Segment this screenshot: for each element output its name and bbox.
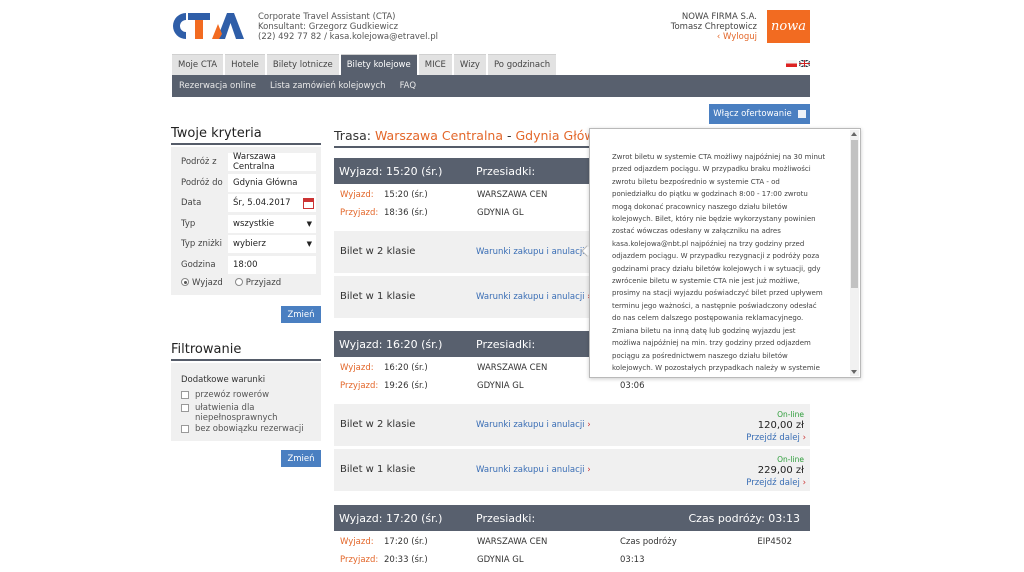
tab-wizy[interactable]: Wizy (453, 54, 486, 75)
criteria-title: Twoje kryteria (171, 126, 262, 141)
client-logo: nowa (767, 10, 810, 43)
enable-offer-button[interactable]: Włącz ofertowanie (709, 104, 810, 124)
checkbox-icon (181, 404, 189, 412)
date-input[interactable]: Śr, 5.04.2017 (228, 194, 316, 212)
checkbox-icon (181, 425, 189, 433)
chevron-right-icon: › (802, 478, 806, 488)
checkbox-icon (181, 391, 189, 399)
tab-moje-cta[interactable]: Moje CTA (172, 54, 224, 75)
departure-line: Wyjazd: 17:20 (śr.) WARSZAWA CEN Czas po… (340, 537, 792, 547)
scroll-down-icon[interactable] (851, 370, 857, 374)
british-flag-icon[interactable] (799, 60, 810, 67)
client-company: NOWA FIRMA S.A. (681, 12, 757, 22)
chevron-right-icon: › (587, 420, 591, 430)
connection-header: Wyjazd: 17:20 (śr.) Przesiadki: Czas pod… (334, 505, 810, 531)
connection-details: Wyjazd: 17:20 (śr.) WARSZAWA CEN Czas po… (334, 531, 810, 572)
radio-departure[interactable]: Wyjazd (181, 278, 223, 288)
consultant-contact: (22) 492 77 82 / kasa.kolejowa@etravel.p… (258, 32, 438, 42)
filters-title: Filtrowanie (171, 342, 242, 357)
radio-button-icon (181, 278, 189, 286)
online-badge: On-line (777, 455, 804, 464)
subtab-rezerwacja-online[interactable]: Rezerwacja online (172, 81, 263, 91)
chevron-right-icon: › (587, 465, 591, 475)
criteria-row-time: Godzina 18:00 (176, 256, 316, 274)
conditions-link[interactable]: Warunki zakupu i anulacji › (476, 420, 591, 430)
proceed-link[interactable]: Przejdź dalej › (746, 433, 806, 443)
criteria-underline (171, 143, 321, 145)
criteria-row-to: Podróż do Gdynia Główna (176, 174, 316, 192)
tooltip-scrollbar[interactable] (850, 130, 859, 376)
ticket-price: 120,00 zł (757, 420, 804, 431)
type-select[interactable]: wszystkie ▼ (228, 215, 316, 233)
scroll-up-icon[interactable] (851, 132, 857, 136)
company-name: Corporate Travel Assistant (CTA) (258, 12, 396, 22)
conditions-tooltip: Zwrot biletu w systemie CTA możliwy najp… (589, 128, 861, 378)
criteria-row-from: Podróż z Warszawa Centralna (176, 152, 316, 172)
change-filters-button[interactable]: Zmień (281, 450, 321, 467)
conditions-link[interactable]: Warunki zakupu i anulacji › (476, 465, 591, 475)
ticket-class-row: Bilet w 1 klasie Warunki zakupu i anulac… (334, 449, 810, 491)
tab-po-godzinach[interactable]: Po godzinach (487, 54, 557, 75)
filter-no-reservation[interactable]: bez obowiązku rezerwacji (181, 424, 304, 434)
scroll-thumb[interactable] (851, 140, 858, 288)
chevron-right-icon: › (802, 433, 806, 443)
arrival-line: Przyjazd: 19:26 (śr.) GDYNIA GL 03:06 (340, 381, 645, 391)
consultant: Konsultant: Grzegorz Gudkiewicz (258, 22, 399, 32)
list-icon (797, 110, 806, 118)
criteria-panel: Podróż z Warszawa Centralna Podróż do Gd… (171, 147, 321, 295)
filter-accessibility[interactable]: ułatwienia dla niepełnosprawnych (181, 403, 301, 423)
dropdown-arrow-icon: ▼ (306, 240, 312, 248)
radio-button-icon (234, 278, 243, 286)
language-switch (786, 60, 810, 67)
discount-select[interactable]: wybierz ▼ (228, 235, 316, 253)
change-criteria-button[interactable]: Zmień (281, 306, 321, 323)
client-user: Tomasz Chreptowicz (670, 22, 757, 32)
time-input[interactable]: 18:00 (228, 256, 316, 274)
cta-logo (173, 13, 244, 39)
polish-flag-icon[interactable] (786, 60, 797, 67)
route-title: Trasa: Warszawa Centralna - Gdynia Główn… (334, 128, 631, 143)
sub-nav: Rezerwacja online Lista zamówień kolejow… (172, 75, 810, 97)
arrival-line: Przyjazd: 20:33 (śr.) GDYNIA GL 03:13 (340, 555, 645, 565)
conditions-link[interactable]: Warunki zakupu i anulacji › (476, 247, 591, 257)
filter-bikes[interactable]: przewóz rowerów (181, 390, 269, 400)
radio-arrival[interactable]: Przyjazd (234, 278, 281, 288)
tab-bilety-kolejowe[interactable]: Bilety kolejowe (340, 54, 417, 75)
criteria-row-discount: Typ zniżki wybierz ▼ (176, 235, 316, 253)
client-info: NOWA FIRMA S.A. Tomasz Chreptowicz ‹ Wyl… (671, 12, 757, 42)
to-input[interactable]: Gdynia Główna (228, 174, 316, 192)
tab-hotele[interactable]: Hotele (225, 54, 265, 75)
proceed-link[interactable]: Przejdź dalej › (746, 478, 806, 488)
filters-underline (171, 359, 321, 361)
company-info: Corporate Travel Assistant (CTA) Konsult… (258, 12, 438, 42)
ticket-price: 229,00 zł (757, 465, 804, 476)
criteria-row-date: Data Śr, 5.04.2017 (176, 194, 316, 212)
ticket-class-row: Bilet w 2 klasie Warunki zakupu i anulac… (334, 404, 810, 446)
filters-subtitle: Dodatkowe warunki (181, 375, 266, 385)
dropdown-arrow-icon: ▼ (306, 220, 312, 228)
online-badge: On-line (777, 410, 804, 419)
calendar-icon[interactable] (303, 197, 314, 209)
route-underline (334, 146, 590, 148)
from-input[interactable]: Warszawa Centralna (228, 152, 316, 172)
tooltip-text: Zwrot biletu w systemie CTA możliwy najp… (612, 153, 826, 372)
subtab-lista-zamowien[interactable]: Lista zamówień kolejowych (263, 81, 393, 91)
direction-radios: Wyjazd Przyjazd (181, 278, 281, 288)
logout-link[interactable]: ‹ Wyloguj (671, 32, 757, 42)
filters-panel: Dodatkowe warunki przewóz rowerów ułatwi… (171, 363, 321, 441)
conditions-link[interactable]: Warunki zakupu i anulacji › (476, 292, 591, 302)
tab-bilety-lotnicze[interactable]: Bilety lotnicze (266, 54, 339, 75)
subtab-faq[interactable]: FAQ (393, 81, 423, 91)
main-nav: Moje CTA Hotele Bilety lotnicze Bilety k… (172, 54, 557, 75)
tab-mice[interactable]: MICE (418, 54, 452, 75)
criteria-row-type: Typ wszystkie ▼ (176, 215, 316, 233)
